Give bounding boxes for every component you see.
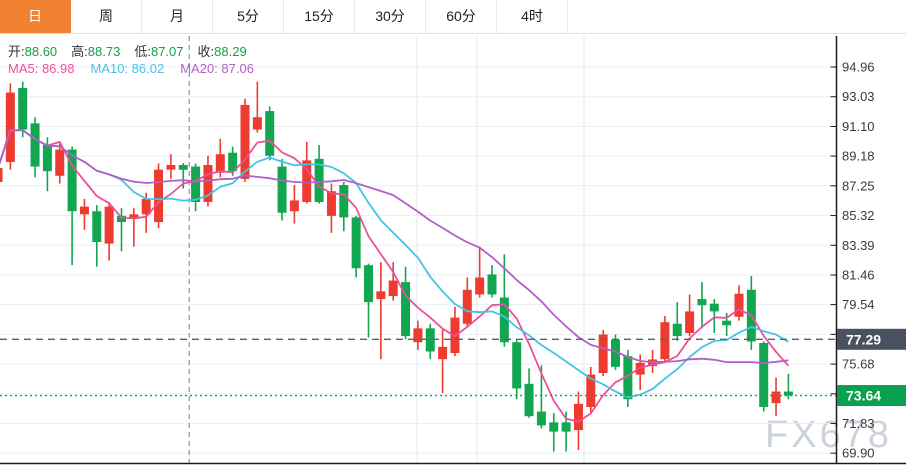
candle-body (31, 123, 40, 166)
candle-body (685, 311, 694, 333)
candle-body (697, 299, 706, 305)
price-tag-value: 77.29 (846, 331, 881, 347)
candle-body (80, 207, 89, 215)
candle-body (376, 291, 385, 299)
tab-month[interactable]: 月 (142, 0, 213, 33)
ohlc-item: 低:87.07 (134, 44, 183, 59)
candle-body (599, 335, 608, 374)
candle-body (562, 422, 571, 431)
trading-chart-app: 日周月5分15分30分60分4时 94.96 93.03 91.10 89.18 87.… (0, 0, 906, 471)
tab-5min[interactable]: 5分 (213, 0, 284, 33)
axis-tick-label: 69.90 (842, 446, 875, 461)
axis-tick-label: 85.32 (842, 208, 875, 223)
candle-body (438, 347, 447, 359)
candle-body (488, 274, 497, 294)
axis-tick-label: 79.54 (842, 297, 875, 312)
candle-body (710, 304, 719, 312)
candle-body (413, 328, 422, 342)
candle-body (389, 281, 398, 296)
candle-body (191, 167, 200, 202)
candle-body (55, 150, 64, 176)
ma-legend-item: MA20: 87.06 (180, 61, 254, 76)
ma20-line (0, 130, 788, 363)
axis-tick-label: 91.10 (842, 119, 875, 134)
axis-tick-label: 89.18 (842, 149, 875, 164)
candle-body (327, 191, 336, 216)
axis-tick-label: 75.68 (842, 357, 875, 372)
candle-body (722, 321, 731, 326)
candle-body (265, 111, 274, 156)
axis-tick-label: 81.46 (842, 268, 875, 283)
candle-body (105, 207, 114, 244)
axis-tick-label: 93.03 (842, 89, 875, 104)
tab-4hour[interactable]: 4时 (497, 0, 568, 33)
ma10-line (0, 130, 788, 397)
candle-body (537, 412, 546, 426)
tab-15min[interactable]: 15分 (284, 0, 355, 33)
ohlc-item: 开:88.60 (8, 44, 57, 59)
candle-body (735, 294, 744, 317)
candle-body (525, 384, 534, 416)
candle-body (364, 265, 373, 302)
candle-body (339, 185, 348, 217)
tab-30min[interactable]: 30分 (355, 0, 426, 33)
candle-body (0, 168, 3, 182)
candle-body (166, 165, 175, 170)
candlestick-chart[interactable]: 94.96 93.03 91.10 89.18 87.25 85.32 83.39 81.46… (0, 34, 906, 471)
candle-body (660, 322, 669, 359)
candle-body (278, 167, 287, 213)
axis-tick-label: 71.83 (842, 416, 875, 431)
candle-body (673, 324, 682, 336)
axis-tick-label: 94.96 (842, 60, 875, 75)
candle-body (18, 88, 27, 130)
ma-legend-item: MA5: 86.98 (8, 61, 75, 76)
ohlc-item: 高:88.73 (71, 44, 120, 59)
candle-body (512, 342, 521, 388)
tab-week[interactable]: 周 (71, 0, 142, 33)
ma-legend: MA5: 86.98 MA10: 86.02 MA20: 87.06 (8, 61, 270, 76)
ohlc-item: 收:88.29 (198, 44, 247, 59)
candle-body (549, 422, 558, 431)
candle-body (253, 117, 262, 129)
ma5-line (0, 130, 788, 422)
candle-body (759, 343, 768, 407)
candle-body (6, 93, 15, 162)
candle-body (772, 392, 781, 404)
tab-60min[interactable]: 60分 (426, 0, 497, 33)
candle-body (463, 290, 472, 324)
axis-tick-label: 83.39 (842, 238, 875, 253)
tab-day[interactable]: 日 (0, 0, 71, 33)
candle-body (290, 200, 299, 211)
ohlc-legend: 开:88.60 高:88.73 低:87.07 收:88.29 (8, 41, 261, 60)
candle-body (154, 170, 163, 222)
candle-body (43, 145, 52, 171)
period-tabbar: 日周月5分15分30分60分4时 (0, 0, 906, 34)
price-tag-value: 73.64 (846, 388, 881, 404)
candle-body (574, 404, 583, 430)
candle-body (241, 105, 250, 179)
candle-body (352, 217, 361, 268)
axis-tick-label: 87.25 (842, 178, 875, 193)
candle-body (92, 211, 101, 242)
candle-body (216, 154, 225, 172)
ma-legend-item: MA10: 86.02 (91, 61, 165, 76)
candle-body (179, 165, 188, 170)
candle-body (475, 278, 484, 295)
chart-area: 94.96 93.03 91.10 89.18 87.25 85.32 83.39 81.46… (0, 34, 906, 471)
